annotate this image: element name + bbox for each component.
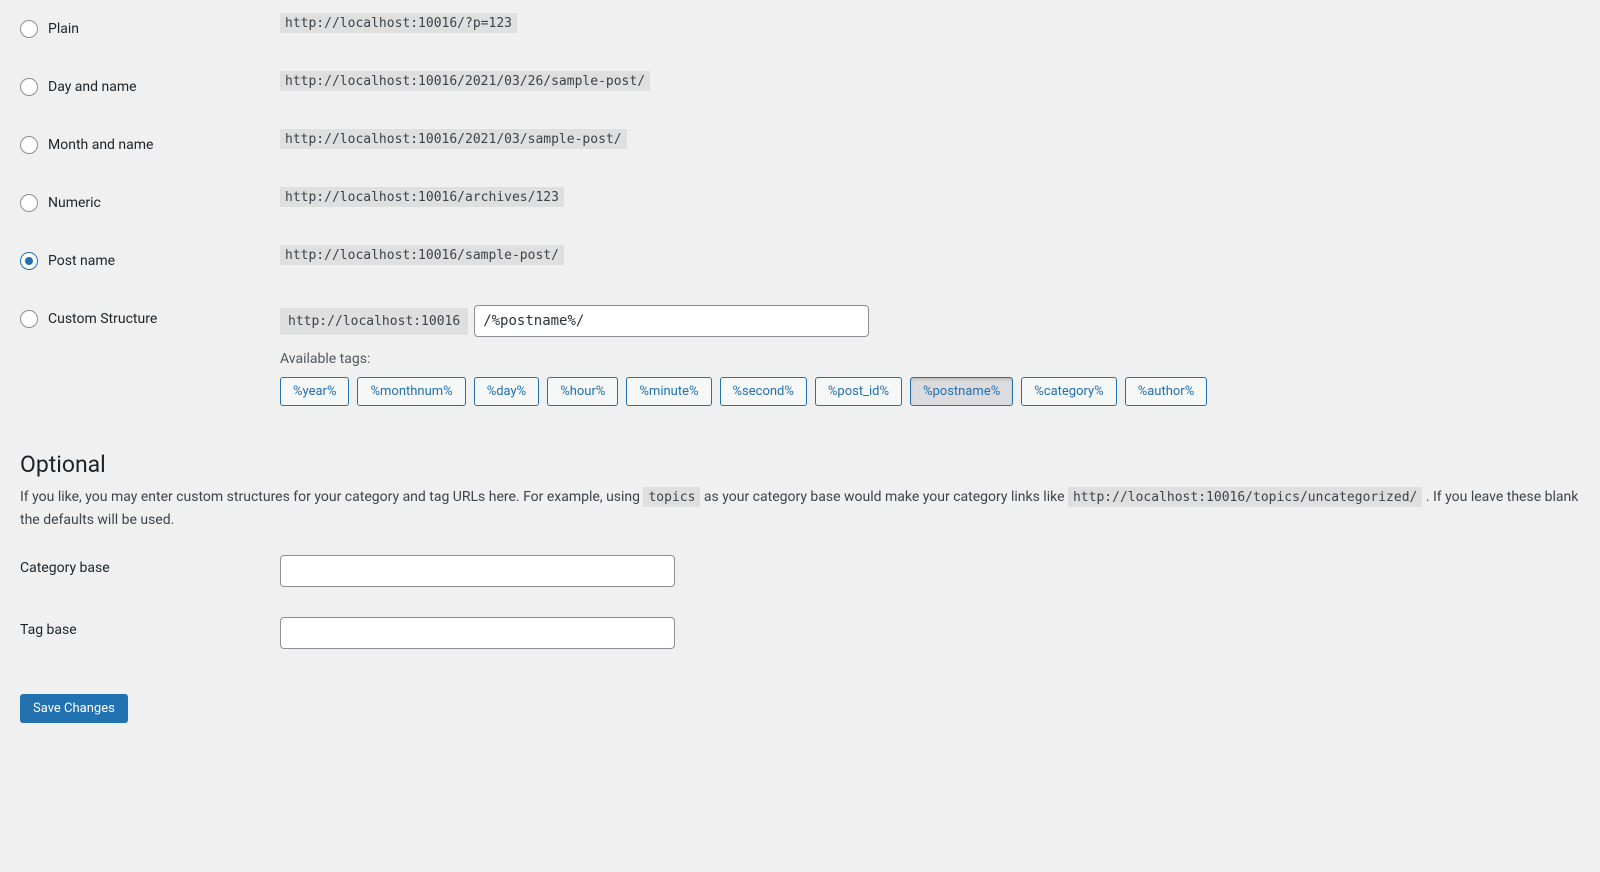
available-tags-label: Available tags:: [280, 351, 1570, 367]
tag-button-monthnum[interactable]: %monthnum%: [357, 377, 465, 406]
radio-numeric[interactable]: [20, 194, 38, 212]
tag-button-author[interactable]: %author%: [1125, 377, 1208, 406]
permalink-structure-table: Plain http://localhost:10016/?p=123 Day an…: [20, 0, 1580, 421]
tag-buttons-row: %year% %monthnum% %day%%hour% %minute% %seco…: [280, 377, 1570, 406]
radio-label-custom-structure: Custom Structure: [48, 311, 157, 327]
optional-table: Category base Tag base: [20, 540, 1580, 665]
example-url-day-and-name: http://localhost:10016/2021/03/26/sample…: [280, 71, 650, 91]
custom-structure-input[interactable]: [474, 305, 869, 337]
optional-desc-code2: http://localhost:10016/topics/uncategori…: [1068, 487, 1422, 507]
tag-button-day[interactable]: %day%: [474, 377, 540, 406]
optional-desc-part1: If you like, you may enter custom struct…: [20, 489, 643, 505]
tag-button-year[interactable]: %year%: [280, 377, 349, 406]
tag-base-label: Tag base: [20, 622, 77, 638]
tag-button-post_id[interactable]: %post_id%: [815, 377, 902, 406]
optional-desc-code1: topics: [643, 487, 700, 507]
optional-desc-part2: as your category base would make your ca…: [700, 489, 1068, 505]
radio-post-name[interactable]: [20, 252, 38, 270]
example-url-numeric: http://localhost:10016/archives/123: [280, 187, 564, 207]
radio-label-day-and-name: Day and name: [48, 79, 137, 95]
radio-day-and-name[interactable]: [20, 78, 38, 96]
tag-base-input[interactable]: [280, 617, 675, 649]
radio-label-post-name: Post name: [48, 253, 115, 269]
radio-month-and-name[interactable]: [20, 136, 38, 154]
tag-button-minute[interactable]: %minute%: [626, 377, 711, 406]
optional-description: If you like, you may enter custom struct…: [20, 486, 1580, 531]
example-url-post-name: http://localhost:10016/sample-post/: [280, 245, 564, 265]
example-url-plain: http://localhost:10016/?p=123: [280, 13, 517, 33]
category-base-label: Category base: [20, 560, 110, 576]
radio-custom-structure[interactable]: [20, 310, 38, 328]
radio-label-month-and-name: Month and name: [48, 137, 153, 153]
radio-label-plain: Plain: [48, 21, 79, 37]
save-changes-button[interactable]: Save Changes: [20, 694, 128, 723]
tag-button-postname[interactable]: %postname%: [910, 377, 1013, 406]
tag-button-category[interactable]: %category%: [1021, 377, 1116, 406]
radio-plain[interactable]: [20, 20, 38, 38]
radio-label-numeric: Numeric: [48, 195, 101, 211]
custom-base-url: http://localhost:10016: [280, 308, 468, 335]
category-base-input[interactable]: [280, 555, 675, 587]
optional-heading: Optional: [20, 451, 1580, 478]
example-url-month-and-name: http://localhost:10016/2021/03/sample-po…: [280, 129, 627, 149]
tag-button-hour[interactable]: %hour%: [547, 377, 618, 406]
tag-button-second[interactable]: %second%: [720, 377, 807, 406]
